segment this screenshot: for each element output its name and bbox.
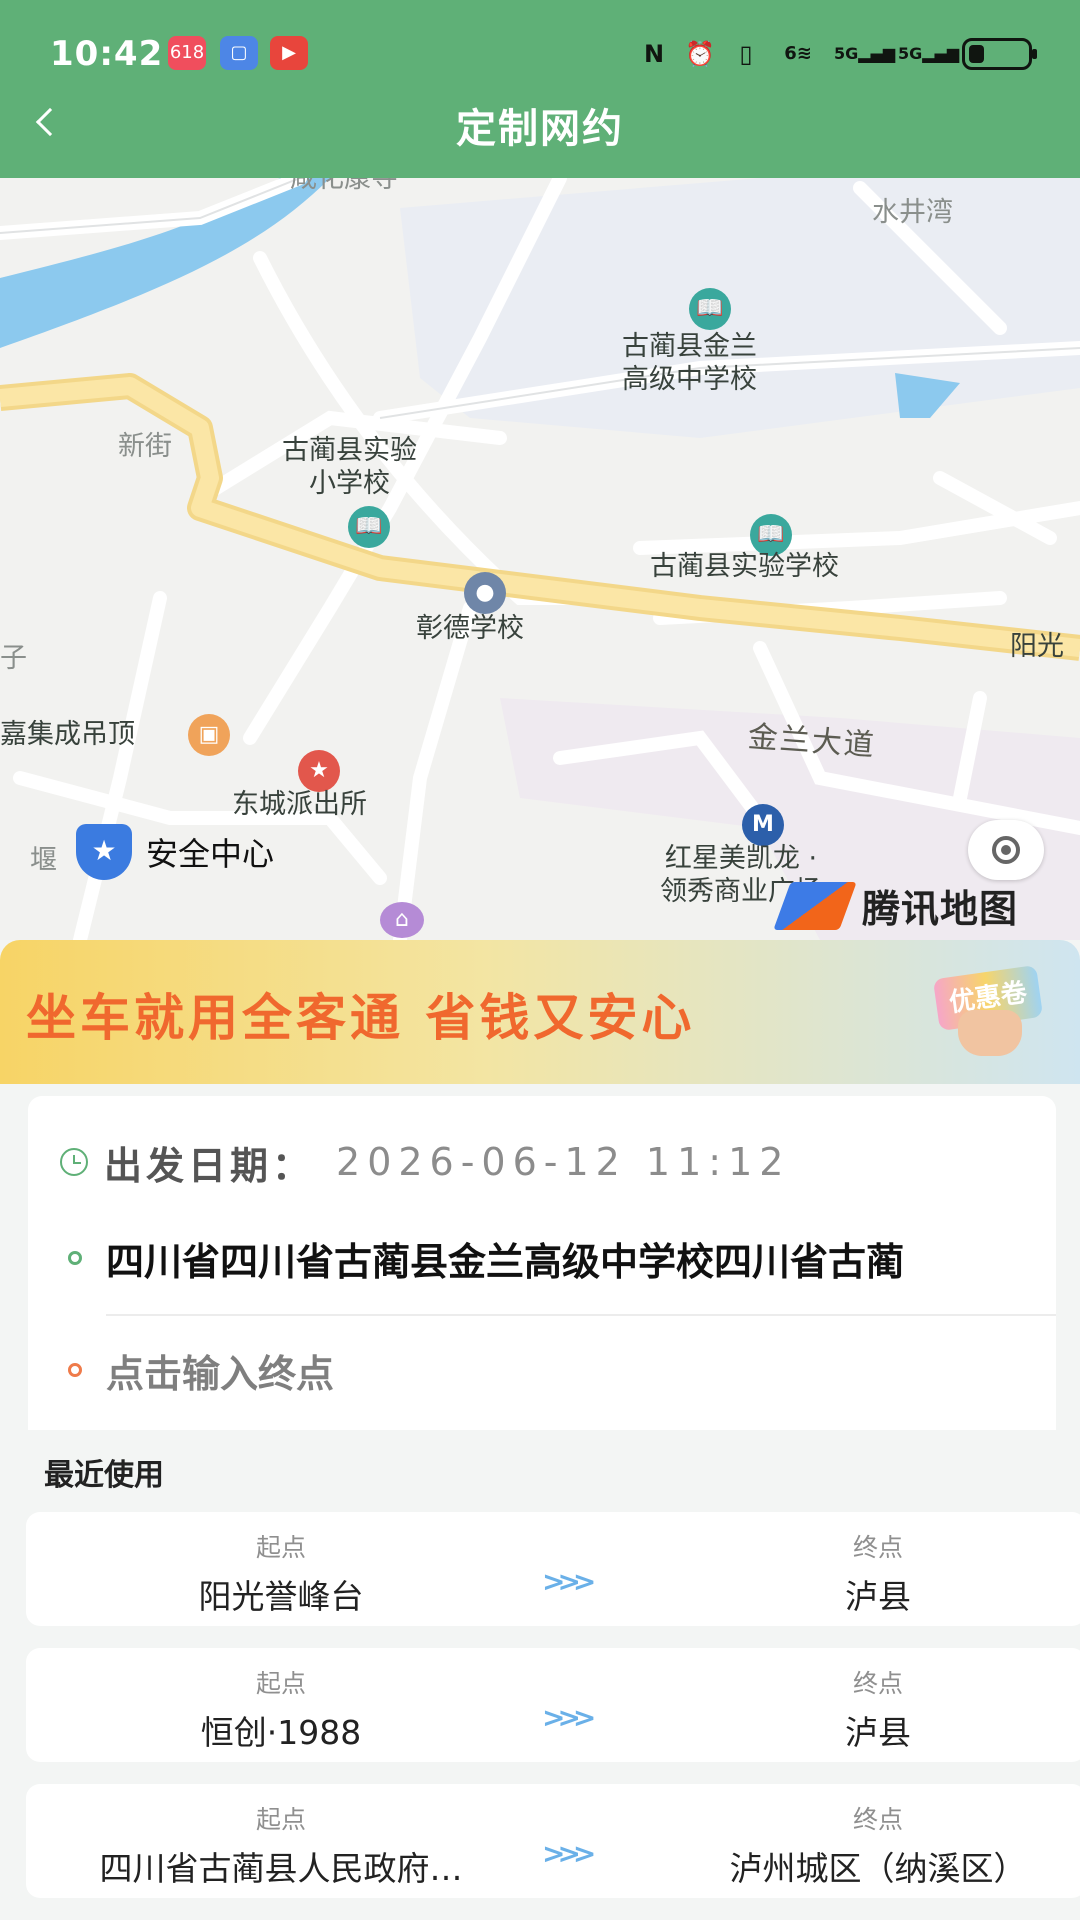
poi-line: 红星美凯龙 ·: [664, 843, 818, 874]
map-view[interactable]: 咸化康寺 水井湾 新街 阳光 堰 子 📖 古蔺县金兰 高级中学校 古蔺县实验 小学校…: [0, 178, 1080, 940]
departure-date-value: 2026-06-12 11:12: [336, 1140, 791, 1184]
origin-dot-icon: [68, 1251, 82, 1265]
promo-slogan: 坐车就用全客通 省钱又安心: [26, 989, 696, 1047]
crosshair-icon: [992, 836, 1020, 864]
status-bar: 10:42 618 ▢ ▶ N ⏰ ▯ 6≋ 5G▂▄▆ 5G▂▄▆: [0, 28, 1080, 84]
school-icon[interactable]: 📖: [348, 506, 390, 548]
alarm-icon: ⏰: [685, 40, 715, 68]
app-header: 10:42 618 ▢ ▶ N ⏰ ▯ 6≋ 5G▂▄▆ 5G▂▄▆ 定制网约: [0, 0, 1080, 178]
end-caption: 终点: [852, 1533, 903, 1562]
poi-exp-school[interactable]: 古蔺县实验学校: [650, 550, 839, 583]
map-label-top: 咸化康寺: [290, 178, 398, 194]
safety-center-button[interactable]: ★ 安全中心: [76, 824, 274, 880]
road-label-jinlan: 金兰大道: [746, 719, 877, 764]
video-icon: ▶: [270, 36, 308, 70]
poi-line: 古蔺县金兰: [622, 331, 757, 362]
destination-dot-icon: [68, 1363, 82, 1377]
hand-icon: [958, 1010, 1022, 1056]
poi-zhangde[interactable]: 彰德学校: [416, 612, 524, 645]
app-badge-text: 618: [169, 42, 205, 63]
coupon-icon: 优惠卷: [932, 962, 1046, 1058]
departure-date-label: 出发日期：: [104, 1143, 315, 1188]
system-icons: N ⏰ ▯ 6≋ 5G▂▄▆ 5G▂▄▆: [638, 36, 1037, 72]
map-provider-label: 腾讯地图: [862, 887, 1019, 931]
start-value: 恒创·1988: [200, 1713, 362, 1752]
trip-end: 终点 泸县: [608, 1648, 1080, 1762]
end-caption: 终点: [852, 1669, 903, 1698]
school-icon[interactable]: 📖: [689, 288, 731, 330]
double-chevron-right-icon: >>>: [542, 1837, 596, 1870]
poi-line: 古蔺县实验: [282, 435, 417, 466]
end-value: 泸县: [845, 1713, 911, 1752]
poi-line: 小学校: [309, 468, 390, 499]
618-app-icon: 618: [168, 36, 206, 70]
shopping-bag-icon[interactable]: ▣: [188, 714, 230, 756]
safety-center-label: 安全中心: [146, 835, 275, 873]
recent-trip-item[interactable]: 起点 阳光誉峰台 >>> 终点 泸县: [26, 1512, 1080, 1626]
map-label-zi: 子: [0, 643, 27, 674]
hotel-icon[interactable]: ⌂: [380, 902, 424, 938]
battery-icon: [962, 38, 1037, 70]
poi-jiajia[interactable]: 嘉集成吊顶: [0, 718, 135, 751]
location-pin-icon[interactable]: ●: [464, 572, 506, 614]
police-icon[interactable]: ★: [298, 750, 340, 792]
start-value: 四川省古蔺县人民政府…: [99, 1849, 463, 1888]
poi-jinlan-high[interactable]: 古蔺县金兰 高级中学校: [622, 330, 757, 396]
wifi-label: 6: [784, 43, 797, 64]
page-title: 定制网约: [456, 106, 624, 152]
trip-end: 终点 泸州城区（纳溪区）: [608, 1784, 1080, 1898]
status-time: 10:42: [50, 34, 164, 74]
divider: [106, 1314, 1056, 1316]
poi-dongcheng[interactable]: 东城派出所: [232, 788, 367, 821]
trip-start: 起点 恒创·1988: [26, 1648, 536, 1762]
promo-banner[interactable]: 坐车就用全客通 省钱又安心 优惠卷: [0, 940, 1080, 1084]
start-value: 阳光誉峰台: [198, 1577, 364, 1616]
poi-exp-primary[interactable]: 古蔺县实验 小学校: [282, 434, 417, 500]
signal-label-2: 5G: [898, 44, 923, 63]
end-value: 泸县: [845, 1577, 911, 1616]
trip-form: 出发日期： 2026-06-12 11:12 四川省四川省古蔺县金兰高级中学校四…: [28, 1096, 1056, 1430]
poi-line: 高级中学校: [622, 364, 757, 395]
double-chevron-right-icon: >>>: [542, 1701, 596, 1734]
metro-icon[interactable]: M: [742, 804, 784, 846]
trip-start: 起点 四川省古蔺县人民政府…: [26, 1784, 536, 1898]
start-caption: 起点: [255, 1669, 306, 1698]
clock-icon: [60, 1148, 88, 1176]
destination-field[interactable]: 点击输入终点: [68, 1342, 334, 1398]
destination-placeholder: 点击输入终点: [106, 1351, 335, 1396]
start-caption: 起点: [255, 1805, 306, 1834]
trip-start: 起点 阳光誉峰台: [26, 1512, 536, 1626]
start-caption: 起点: [255, 1533, 306, 1562]
recent-trip-item[interactable]: 起点 恒创·1988 >>> 终点 泸县: [26, 1648, 1080, 1762]
map-label-yangguang: 阳光: [1010, 631, 1064, 662]
double-chevron-right-icon: >>>: [542, 1565, 596, 1598]
map-label-yan: 堰: [30, 845, 57, 876]
end-value: 泸州城区（纳溪区）: [729, 1849, 1027, 1888]
signal-5g-icon: 5G▂▄▆: [898, 44, 960, 63]
vibrate-icon: ▯: [739, 40, 753, 68]
signal-5g-icon: 5G▂▄▆: [834, 44, 896, 63]
app-icon: ▢: [220, 36, 258, 70]
nfc-icon: N: [643, 40, 665, 68]
map-label-shuijingwan: 水井湾: [872, 197, 953, 228]
origin-field[interactable]: 四川省四川省古蔺县金兰高级中学校四川省古蔺: [68, 1228, 1056, 1288]
shield-icon: ★: [76, 824, 132, 880]
signal-label-1: 5G: [834, 44, 859, 63]
origin-value: 四川省四川省古蔺县金兰高级中学校四川省古蔺: [106, 1239, 905, 1284]
end-caption: 终点: [852, 1805, 903, 1834]
departure-date-field[interactable]: 出发日期： 2026-06-12 11:12: [60, 1134, 790, 1190]
map-label-xinjie: 新街: [118, 431, 172, 462]
trip-end: 终点 泸县: [608, 1512, 1080, 1626]
tencent-map-logo-icon: [773, 881, 857, 930]
locate-me-button[interactable]: [968, 820, 1044, 880]
map-provider-logo: 腾讯地图: [773, 878, 1019, 933]
recent-trip-item[interactable]: 起点 四川省古蔺县人民政府… >>> 终点 泸州城区（纳溪区）: [26, 1784, 1080, 1898]
recent-title: 最近使用: [44, 1458, 164, 1493]
wifi-icon: 6≋: [784, 43, 812, 64]
